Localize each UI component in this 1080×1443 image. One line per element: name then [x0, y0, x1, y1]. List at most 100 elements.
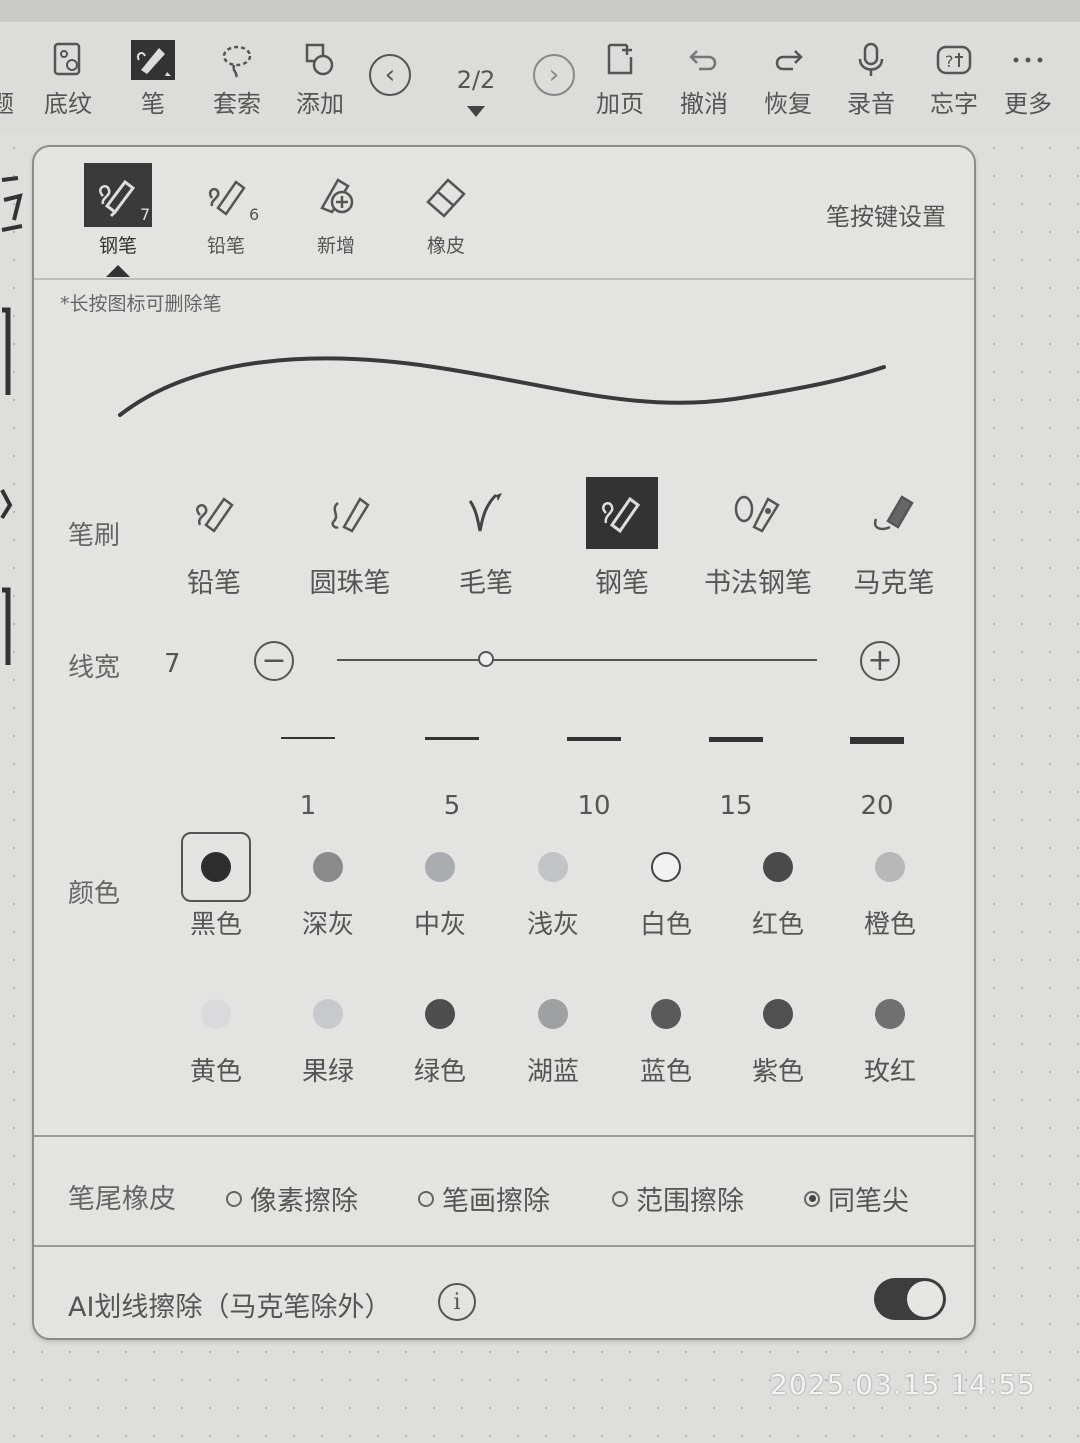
toolbar-more-label: 更多 — [1004, 90, 1052, 118]
info-icon[interactable]: i — [438, 1283, 476, 1321]
toolbar-pen-button[interactable]: 笔 — [115, 40, 191, 119]
width-preset-line — [850, 737, 904, 744]
pen-tab-eraser-label: 橡皮 — [426, 235, 465, 257]
swatch-frame — [181, 832, 251, 902]
brush-fountain-option[interactable]: 钢笔 — [562, 477, 682, 600]
brush-fountain-label: 钢笔 — [595, 568, 649, 599]
color-swatch[interactable]: 浅灰 — [505, 832, 601, 941]
width-preset-1[interactable]: 1 — [268, 737, 348, 821]
page-dropdown-icon[interactable] — [467, 106, 485, 117]
color-swatch[interactable]: 紫色 — [730, 979, 826, 1088]
brush-ballpoint-label: 圆珠笔 — [309, 568, 391, 599]
redo-icon — [750, 40, 826, 80]
radio-button-selected — [804, 1190, 820, 1207]
top-toolbar: 题 底纹 笔 套索 添加 ‹ 2/2 › 加页 撤消 恢复 录音 ? 忘字 更多 — [0, 22, 1080, 132]
color-swatch-label: 蓝色 — [639, 1057, 692, 1087]
color-swatch[interactable]: 玫红 — [842, 979, 938, 1088]
tail-eraser-stroke-option[interactable]: 笔画擦除 — [418, 1179, 550, 1218]
brush-brush-pen-option[interactable]: 毛笔 — [426, 477, 546, 600]
width-preset-15[interactable]: 15 — [696, 737, 776, 821]
toolbar-add-page-button[interactable]: 加页 — [582, 40, 658, 119]
swatch-frame — [181, 979, 251, 1049]
brush-calligraphy-label: 书法钢笔 — [704, 568, 812, 599]
pen-tab-eraser[interactable]: 橡皮 — [406, 163, 486, 258]
toolbar-forgot-char-label: 忘字 — [930, 90, 978, 118]
color-dot — [763, 852, 793, 882]
toolbar-redo-button[interactable]: 恢复 — [750, 40, 826, 119]
tail-eraser-pixel-option[interactable]: 像素擦除 — [226, 1179, 358, 1218]
width-preset-label: 10 — [577, 791, 611, 821]
swatch-frame — [293, 979, 363, 1049]
color-swatch[interactable]: 果绿 — [280, 979, 376, 1088]
toolbar-forgot-char-button[interactable]: ? 忘字 — [916, 40, 992, 119]
marker-icon — [834, 477, 954, 549]
brush-calligraphy-option[interactable]: 书法钢笔 — [698, 477, 818, 600]
color-swatch-label: 湖蓝 — [526, 1057, 579, 1087]
color-swatch[interactable]: 中灰 — [392, 832, 488, 941]
width-preset-10[interactable]: 10 — [554, 737, 634, 821]
color-swatch-label: 果绿 — [301, 1057, 354, 1087]
color-dot — [875, 852, 905, 882]
next-page-button[interactable]: › — [533, 54, 575, 96]
line-width-value: 7 — [164, 649, 181, 679]
decrease-width-button[interactable]: − — [254, 641, 294, 681]
color-swatch[interactable]: 白色 — [618, 832, 714, 941]
color-swatch[interactable]: 蓝色 — [618, 979, 714, 1088]
lasso-icon — [199, 40, 275, 80]
toolbar-record-button[interactable]: 录音 — [833, 40, 909, 119]
color-dot — [651, 852, 681, 882]
pen-key-settings-link[interactable]: 笔按键设置 — [826, 197, 946, 232]
color-swatch[interactable]: 深灰 — [280, 832, 376, 941]
width-preset-line — [709, 737, 763, 742]
toolbar-redo-label: 恢复 — [764, 90, 812, 118]
color-swatch[interactable]: 黑色 — [168, 832, 264, 941]
brush-marker-option[interactable]: 马克笔 — [834, 477, 954, 600]
prev-page-button[interactable]: ‹ — [369, 54, 411, 96]
tail-eraser-same-as-tip-option[interactable]: 同笔尖 — [804, 1179, 909, 1218]
color-swatch[interactable]: 黄色 — [168, 979, 264, 1088]
mic-icon — [833, 40, 909, 80]
tail-eraser-stroke-label: 笔画擦除 — [442, 1186, 550, 1217]
brush-pencil-option[interactable]: 铅笔 — [154, 477, 274, 600]
swatch-frame — [518, 832, 588, 902]
delete-pen-hint: *长按图标可删除笔 — [60, 293, 222, 315]
pen-tab-add[interactable]: 新增 — [296, 163, 376, 258]
color-swatch[interactable]: 湖蓝 — [505, 979, 601, 1088]
swatch-frame — [631, 832, 701, 902]
color-swatch[interactable]: 橙色 — [842, 832, 938, 941]
toolbar-undo-button[interactable]: 撤消 — [666, 40, 742, 119]
tail-eraser-label: 笔尾橡皮 — [68, 1184, 176, 1215]
toolbar-add-label: 添加 — [296, 90, 344, 118]
toolbar-lasso-label: 套索 — [213, 90, 261, 118]
color-dot — [201, 852, 231, 882]
ai-erase-toggle[interactable] — [874, 1278, 946, 1320]
color-swatch[interactable]: 红色 — [730, 832, 826, 941]
chevron-left-icon: ‹ — [384, 60, 396, 90]
color-swatch-label: 浅灰 — [526, 910, 579, 940]
pen-icon — [115, 40, 191, 80]
line-width-slider-handle[interactable] — [477, 651, 494, 667]
eraser-icon — [406, 163, 486, 227]
toolbar-lasso-button[interactable]: 套索 — [199, 40, 275, 119]
width-preset-20[interactable]: 20 — [837, 737, 917, 821]
page-indicator[interactable]: 2/2 — [446, 66, 506, 94]
tail-eraser-same-as-tip-label: 同笔尖 — [828, 1186, 909, 1217]
toolbar-add-button[interactable]: 添加 — [282, 40, 358, 119]
increase-width-button[interactable]: + — [860, 641, 900, 681]
swatch-frame — [855, 979, 925, 1049]
brush-row-label: 笔刷 — [68, 521, 121, 551]
toolbar-more-button[interactable]: 更多 — [990, 40, 1066, 119]
color-swatch-label: 紫色 — [751, 1057, 804, 1087]
brush-pencil-label: 铅笔 — [187, 568, 241, 599]
calligraphy-pen-icon — [698, 477, 818, 549]
width-preset-5[interactable]: 5 — [412, 737, 492, 821]
toolbar-pattern-button[interactable]: 底纹 — [30, 40, 106, 119]
color-swatch-label: 玫红 — [863, 1057, 916, 1087]
width-preset-label: 20 — [860, 791, 894, 821]
tail-eraser-pixel-label: 像素擦除 — [250, 1186, 358, 1217]
tail-eraser-range-option[interactable]: 范围擦除 — [612, 1179, 744, 1218]
pen-settings-panel: 钢笔 7 铅笔 6 新增 橡皮 笔按键设置 *长按图标可删除笔 笔刷 铅笔 圆珠… — [32, 145, 976, 1340]
color-swatch[interactable]: 绿色 — [392, 979, 488, 1088]
line-width-slider[interactable] — [337, 659, 817, 661]
brush-ballpoint-option[interactable]: 圆珠笔 — [290, 477, 410, 600]
